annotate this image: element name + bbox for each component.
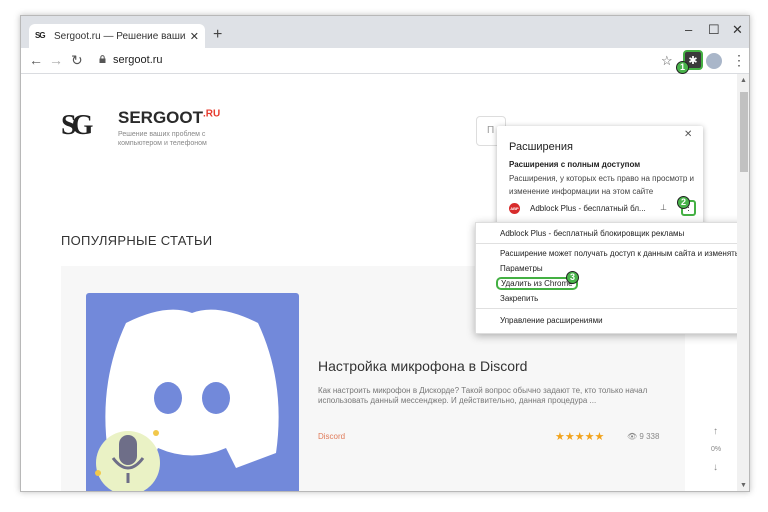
site-logo[interactable]: SG [61,112,109,140]
menu-divider [476,243,737,244]
menu-divider [476,308,737,309]
article-rating-stars: ★★★★★ [555,431,605,443]
site-favicon: SG [35,31,46,40]
menu-item-options[interactable]: Параметры [500,264,543,273]
scroll-up-arrow-icon[interactable]: ↑ [713,426,718,437]
extension-name[interactable]: Adblock Plus - бесплатный бл... [530,204,646,213]
reload-button[interactable]: ↻ [71,52,83,69]
discord-thumbnail[interactable] [86,293,299,491]
lock-icon [99,55,106,63]
popup-description: Расширения, у которых есть право на прос… [509,174,694,196]
page-content: SG SERGOOT.RU Решение ваших проблем с ко… [21,74,737,491]
step-badge-2: 2 [677,196,690,209]
popup-close-icon[interactable]: ✕ [684,129,692,140]
page-scrollbar[interactable]: ▲ ▼ [737,74,749,491]
discord-logo-icon [95,309,279,491]
menu-item-pin[interactable]: Закрепить [500,294,538,303]
extension-context-menu: Adblock Plus - бесплатный блокировщик ре… [475,222,737,334]
tab-close-icon[interactable]: ✕ [190,30,199,43]
section-title: ПОПУЛЯРНЫЕ СТАТЬИ [61,233,213,248]
tab-title: Sergoot.ru — Решение ваших п [54,30,186,42]
popup-heading: Расширения с полным доступом [509,160,641,169]
popup-title: Расширения [509,141,573,153]
menu-item-site-access[interactable]: Расширение может получать доступ к данны… [500,249,737,258]
browser-tab[interactable]: SG Sergoot.ru — Решение ваших п ✕ [29,24,205,48]
adblock-plus-icon: ABP [509,203,520,214]
extensions-popup: Расширения ✕ Расширения с полным доступо… [497,126,703,236]
scroll-down-arrow-icon[interactable]: ↓ [713,462,718,473]
site-tagline: Решение ваших проблем с компьютером и те… [118,131,207,147]
title-bar: SG Sergoot.ru — Решение ваших п ✕ + – ☐ … [21,16,749,48]
article-title[interactable]: Настройка микрофона в Discord [318,358,527,374]
menu-item-manage-extensions[interactable]: Управление расширениями [500,316,603,325]
pin-icon[interactable]: ⊥ [660,203,667,212]
article-category-link[interactable]: Discord [318,432,345,441]
browser-window: SG Sergoot.ru — Решение ваших п ✕ + – ☐ … [20,15,750,492]
scrollbar-thumb[interactable] [740,92,748,172]
profile-avatar[interactable] [706,53,722,69]
bookmark-star-icon[interactable]: ☆ [661,53,673,69]
back-button[interactable]: ← [29,52,43,68]
minimize-button[interactable]: – [685,22,692,37]
step-badge-1: 1 [676,61,689,74]
forward-button[interactable]: → [49,52,63,68]
site-brand[interactable]: SERGOOT.RU [118,108,220,128]
scrollbar-down-icon[interactable]: ▼ [740,482,747,489]
new-tab-button[interactable]: + [213,27,222,43]
step-badge-3: 3 [566,271,579,284]
scroll-percent: 0% [711,446,722,453]
close-window-button[interactable]: ✕ [732,22,743,38]
puzzle-icon: ✱ [688,54,698,67]
url-text: sergoot.ru [113,54,163,66]
address-bar[interactable]: sergoot.ru [93,51,683,71]
maximize-button[interactable]: ☐ [708,22,720,38]
scrollbar-up-icon[interactable]: ▲ [740,77,747,84]
chrome-menu-icon[interactable]: ⋮ [732,52,746,69]
article-views: 👁 9 338 [627,432,660,441]
article-description: Как настроить микрофон в Дискорде? Такой… [318,386,648,405]
browser-toolbar: ← → ↻ sergoot.ru ☆ ✱ 1 ⋮ [21,48,749,74]
menu-item-extension-name[interactable]: Adblock Plus - бесплатный блокировщик ре… [500,229,684,238]
eye-icon: 👁 [627,432,638,441]
